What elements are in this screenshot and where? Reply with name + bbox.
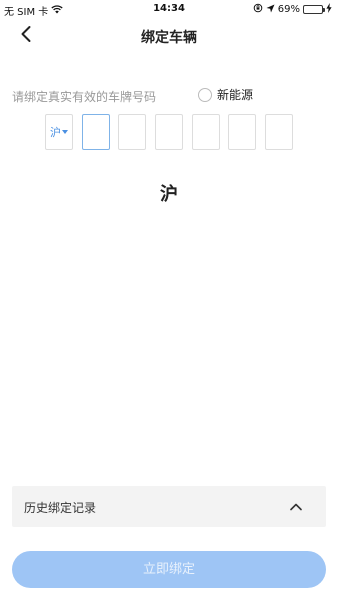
new-energy-radio[interactable] bbox=[198, 87, 212, 102]
orientation-lock-icon bbox=[253, 3, 263, 16]
plate-hint-row: 请绑定真实有效的车牌号码 新能源 bbox=[12, 86, 326, 106]
chevron-left-icon bbox=[20, 25, 32, 47]
chevron-up-icon bbox=[288, 499, 304, 515]
plate-char-box-1[interactable] bbox=[82, 114, 110, 150]
plate-char-box-3[interactable] bbox=[155, 114, 183, 150]
history-bindings-toggle[interactable]: 历史绑定记录 bbox=[12, 486, 326, 527]
status-right: 69% bbox=[253, 3, 332, 16]
bind-now-button[interactable]: 立即绑定 bbox=[12, 551, 326, 588]
status-bar: 无 SIM 卡 14:34 69% bbox=[0, 0, 338, 18]
caret-down-icon bbox=[62, 130, 68, 134]
history-label: 历史绑定记录 bbox=[24, 501, 97, 515]
page-title: 绑定车辆 bbox=[141, 30, 197, 46]
nav-bar: 绑定车辆 bbox=[0, 18, 338, 54]
plate-char-box-4[interactable] bbox=[192, 114, 220, 150]
plate-char-box-5[interactable] bbox=[228, 114, 256, 150]
new-energy-label: 新能源 bbox=[217, 88, 254, 102]
new-energy-option[interactable]: 新能源 bbox=[198, 86, 253, 103]
back-button[interactable] bbox=[14, 24, 38, 48]
battery-percent: 69% bbox=[277, 4, 300, 15]
plate-char-box-2[interactable] bbox=[118, 114, 146, 150]
location-icon bbox=[266, 4, 275, 16]
plate-char-box-6[interactable] bbox=[265, 114, 293, 150]
battery-icon bbox=[303, 5, 325, 14]
province-selector[interactable]: 沪 bbox=[45, 114, 73, 150]
plate-hint: 请绑定真实有效的车牌号码 bbox=[12, 90, 157, 104]
province-value: 沪 bbox=[50, 126, 61, 139]
selected-province-preview: 沪 bbox=[160, 184, 178, 205]
charging-icon bbox=[326, 3, 332, 16]
